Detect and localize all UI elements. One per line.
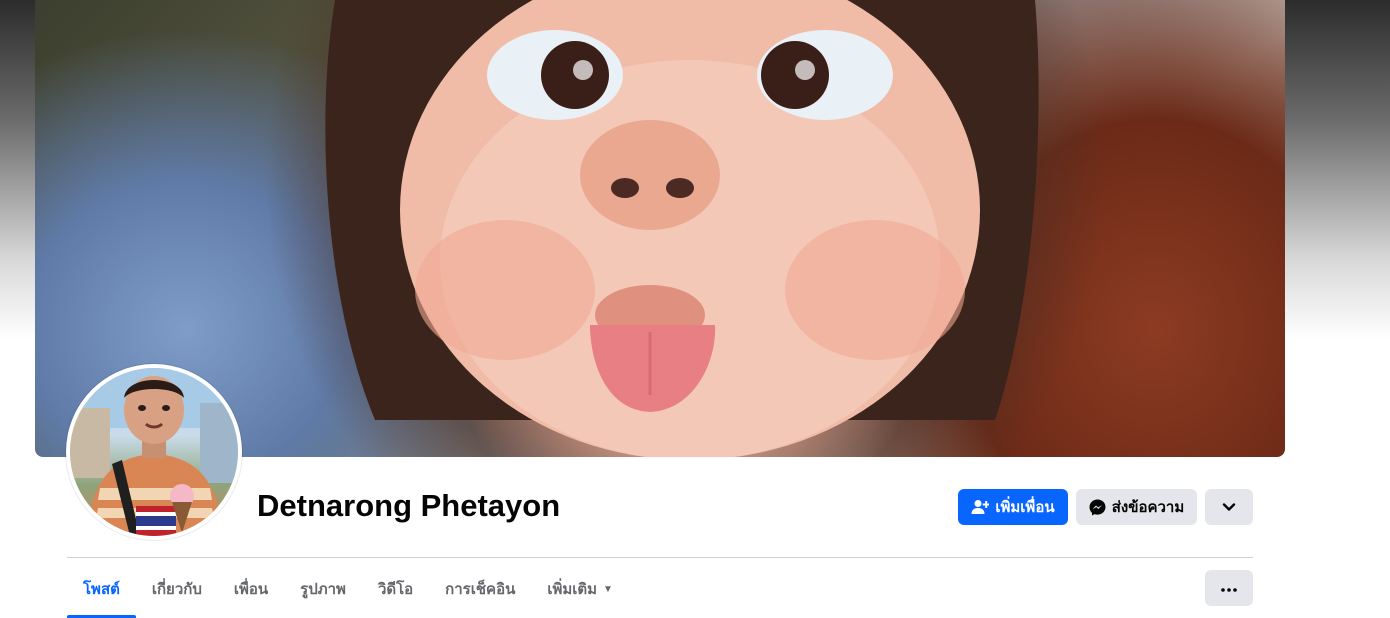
tab-posts[interactable]: โพสต์	[67, 560, 136, 618]
tab-label: วิดีโอ	[377, 581, 414, 598]
caret-down-icon: ▼	[603, 583, 613, 595]
add-friend-button[interactable]: เพิ่มเพื่อน	[958, 489, 1068, 525]
tabs-overflow-button[interactable]	[1205, 570, 1253, 606]
tab-videos[interactable]: วิดีโอ	[362, 560, 429, 618]
messenger-icon	[1089, 499, 1106, 516]
tab-label: เพื่อน	[233, 581, 269, 598]
cover-photo[interactable]	[35, 0, 1285, 457]
tab-more[interactable]: เพิ่มเติม ▼	[531, 560, 629, 618]
chevron-down-icon	[1222, 499, 1236, 516]
add-friend-label: เพิ่มเพื่อน	[995, 499, 1055, 516]
profile-tabs: โพสต์ เกี่ยวกับ เพื่อน รูปภาพ วิดีโอ การ…	[67, 560, 629, 618]
avatar[interactable]	[70, 368, 238, 536]
profile-name: Detnarong Phetayon	[257, 488, 561, 523]
header-divider	[67, 557, 1253, 558]
cover-photo-illustration	[325, 0, 1039, 457]
tab-checkins[interactable]: การเช็คอิน	[429, 560, 531, 618]
tab-friends[interactable]: เพื่อน	[218, 560, 284, 618]
tab-photos[interactable]: รูปภาพ	[284, 560, 362, 618]
tab-label: รูปภาพ	[300, 581, 346, 598]
more-dots-icon	[1221, 579, 1237, 597]
profile-picture-frame[interactable]	[66, 364, 242, 540]
avatar-illustration	[70, 368, 238, 536]
profile-more-dropdown-button[interactable]	[1205, 489, 1253, 525]
message-button[interactable]: ส่งข้อความ	[1076, 489, 1197, 525]
tab-label: โพสต์	[83, 581, 120, 598]
tab-label: การเช็คอิน	[445, 581, 516, 598]
message-label: ส่งข้อความ	[1111, 499, 1185, 516]
add-friend-icon	[971, 499, 990, 515]
tab-label: เกี่ยวกับ	[151, 581, 202, 598]
tab-label: เพิ่มเติม	[547, 581, 598, 598]
tab-about[interactable]: เกี่ยวกับ	[136, 560, 218, 618]
